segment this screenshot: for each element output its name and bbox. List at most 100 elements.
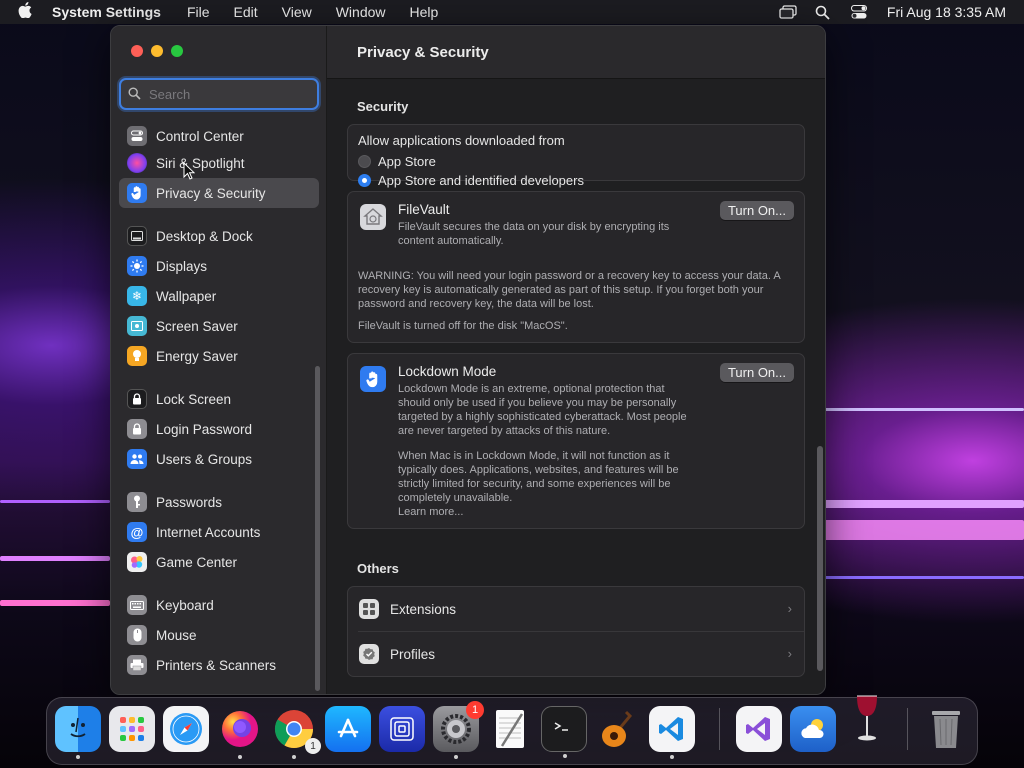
sidebar-item-keyboard[interactable]: Keyboard (119, 590, 319, 620)
menu-window[interactable]: Window (336, 4, 386, 20)
sidebar-item-internet-accounts[interactable]: @ Internet Accounts (119, 517, 319, 547)
filevault-status: FileVault is turned off for the disk "Ma… (358, 320, 568, 332)
row-label: Extensions (390, 601, 457, 617)
sidebar-item-game-center[interactable]: Game Center (119, 547, 319, 577)
lock-icon (127, 389, 147, 409)
menu-edit[interactable]: Edit (234, 4, 258, 20)
radio-button-off[interactable] (358, 155, 371, 168)
dock-weather[interactable] (790, 706, 836, 752)
dock-safari[interactable] (163, 706, 209, 752)
radio-label: App Store and identified developers (378, 173, 584, 188)
mouse-cursor-icon (183, 161, 196, 185)
menu-view[interactable]: View (282, 4, 312, 20)
bulb-icon (127, 346, 147, 366)
sidebar-item-label: Control Center (156, 128, 244, 144)
dock-trash[interactable] (923, 706, 969, 752)
hand-icon (360, 366, 386, 392)
spotlight-search-icon[interactable] (815, 5, 831, 20)
wallpaper-streak (824, 576, 1024, 579)
filevault-title: FileVault (398, 202, 450, 217)
dock-wine[interactable] (844, 690, 890, 750)
search-field[interactable] (119, 78, 319, 110)
radio-label: App Store (378, 154, 436, 169)
dock-launchpad[interactable] (109, 706, 155, 752)
wallpaper-streak (0, 600, 110, 606)
main-scrollbar[interactable] (817, 446, 823, 671)
sidebar-item-desktop-dock[interactable]: Desktop & Dock (119, 221, 319, 251)
dock: 1 1 (46, 695, 978, 765)
lockdown-title: Lockdown Mode (398, 364, 497, 379)
running-indicator (670, 755, 674, 759)
zoom-button[interactable] (171, 45, 183, 57)
sidebar-item-mouse[interactable]: Mouse (119, 620, 319, 650)
key-icon (127, 492, 147, 512)
row-extensions[interactable]: Extensions › (348, 587, 804, 631)
radio-identified-developers[interactable]: App Store and identified developers (358, 171, 794, 190)
sidebar-item-printers-scanners[interactable]: Printers & Scanners (119, 650, 319, 680)
dock-terminal[interactable] (541, 706, 587, 758)
sidebar-item-label: Mouse (156, 627, 197, 643)
sidebar-item-control-center[interactable]: Control Center (119, 124, 319, 148)
sidebar-item-passwords[interactable]: Passwords (119, 487, 319, 517)
sidebar-item-wallpaper[interactable]: ❄ Wallpaper (119, 281, 319, 311)
sidebar-item-label: Printers & Scanners (156, 657, 277, 673)
chevron-right-icon: › (787, 601, 792, 616)
running-indicator (238, 755, 242, 759)
sidebar-item-login-password[interactable]: Login Password (119, 414, 319, 444)
sidebar-item-label: Passwords (156, 494, 223, 510)
screen-mirroring-icon[interactable] (779, 5, 797, 19)
dock-textedit[interactable] (487, 706, 533, 752)
minimize-button[interactable] (151, 45, 163, 57)
sidebar-item-siri-spotlight[interactable]: Siri & Spotlight (119, 148, 319, 178)
search-input[interactable] (147, 83, 311, 105)
dock-icon (127, 226, 147, 246)
row-profiles[interactable]: Profiles › (348, 632, 804, 676)
dock-visual-studio[interactable] (736, 706, 782, 752)
menu-file[interactable]: File (187, 4, 210, 20)
filevault-turn-on-button[interactable]: Turn On... (719, 201, 794, 220)
chevron-right-icon: › (787, 646, 792, 661)
sidebar-item-screen-saver[interactable]: Screen Saver (119, 311, 319, 341)
radio-button-on[interactable] (358, 174, 371, 187)
dock-garageband[interactable] (595, 706, 641, 752)
row-label: Profiles (390, 646, 436, 662)
close-button[interactable] (131, 45, 143, 57)
sidebar-item-label: Lock Screen (156, 391, 232, 407)
printer-icon (127, 655, 147, 675)
lockdown-turn-on-button[interactable]: Turn On... (719, 363, 794, 382)
dock-system-settings[interactable]: 1 (433, 701, 484, 759)
radio-app-store[interactable]: App Store (358, 152, 794, 171)
menu-clock[interactable]: Fri Aug 18 3:35 AM (887, 4, 1006, 20)
wallpaper-streak (824, 520, 1024, 540)
window-controls (131, 45, 183, 57)
control-center-icon[interactable] (850, 5, 867, 19)
menu-bar: System Settings File Edit View Window He… (0, 0, 1024, 24)
sidebar-item-energy-saver[interactable]: Energy Saver (119, 341, 319, 371)
snowflake-icon: ❄ (127, 286, 147, 306)
filevault-card: FileVault FileVault secures the data on … (347, 191, 805, 343)
apple-menu-icon[interactable] (18, 2, 36, 22)
dock-screen-sharing[interactable] (379, 706, 425, 752)
sidebar-item-users-groups[interactable]: Users & Groups (119, 444, 319, 474)
sidebar-item-displays[interactable]: Displays (119, 251, 319, 281)
sidebar-item-lock-screen[interactable]: Lock Screen (119, 384, 319, 414)
users-icon (127, 449, 147, 469)
search-icon (128, 87, 141, 105)
learn-more-link[interactable]: Learn more... (398, 505, 463, 519)
dock-vscode[interactable] (649, 706, 695, 759)
lockdown-card: Lockdown Mode Lockdown Mode is an extrem… (347, 353, 805, 529)
content-area: Security Allow applications downloaded f… (347, 78, 805, 677)
dock-chrome[interactable]: 1 (271, 706, 321, 759)
sidebar-item-label: Game Center (156, 554, 238, 570)
sidebar-scrollbar[interactable] (315, 366, 320, 691)
dock-finder[interactable] (55, 706, 101, 759)
menu-help[interactable]: Help (410, 4, 439, 20)
sidebar-item-label: Wallpaper (156, 288, 217, 304)
dock-firefox[interactable] (217, 706, 263, 759)
menu-app-name[interactable]: System Settings (52, 4, 161, 20)
dock-app-store[interactable] (325, 706, 371, 752)
allow-apps-label: Allow applications downloaded from (358, 133, 565, 148)
dock-badge: 1 (466, 701, 484, 719)
sidebar-item-privacy-security[interactable]: Privacy & Security (119, 178, 319, 208)
wallpaper-streak (824, 500, 1024, 508)
